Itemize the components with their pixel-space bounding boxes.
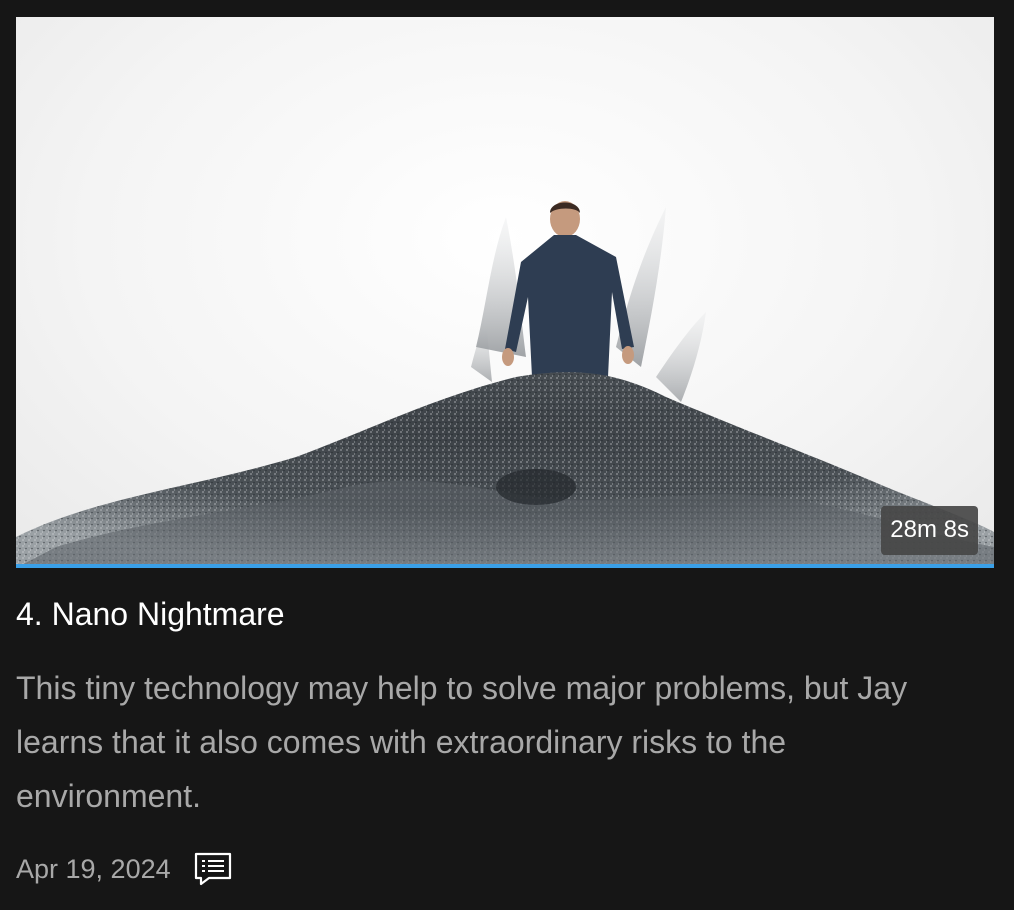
episode-meta: Apr 19, 2024	[16, 851, 233, 887]
air-date: Apr 19, 2024	[16, 853, 171, 884]
thumbnail-image	[16, 201, 994, 568]
transcript-icon[interactable]	[193, 851, 233, 887]
episode-description: This tiny technology may help to solve m…	[16, 670, 908, 814]
episode-title[interactable]: 4. Nano Nightmare	[16, 596, 285, 633]
episode-card: 28m 8s	[16, 17, 994, 568]
watch-progress-bar	[16, 564, 994, 568]
duration-badge: 28m 8s	[881, 506, 978, 555]
episode-thumbnail[interactable]: 28m 8s	[16, 17, 994, 568]
